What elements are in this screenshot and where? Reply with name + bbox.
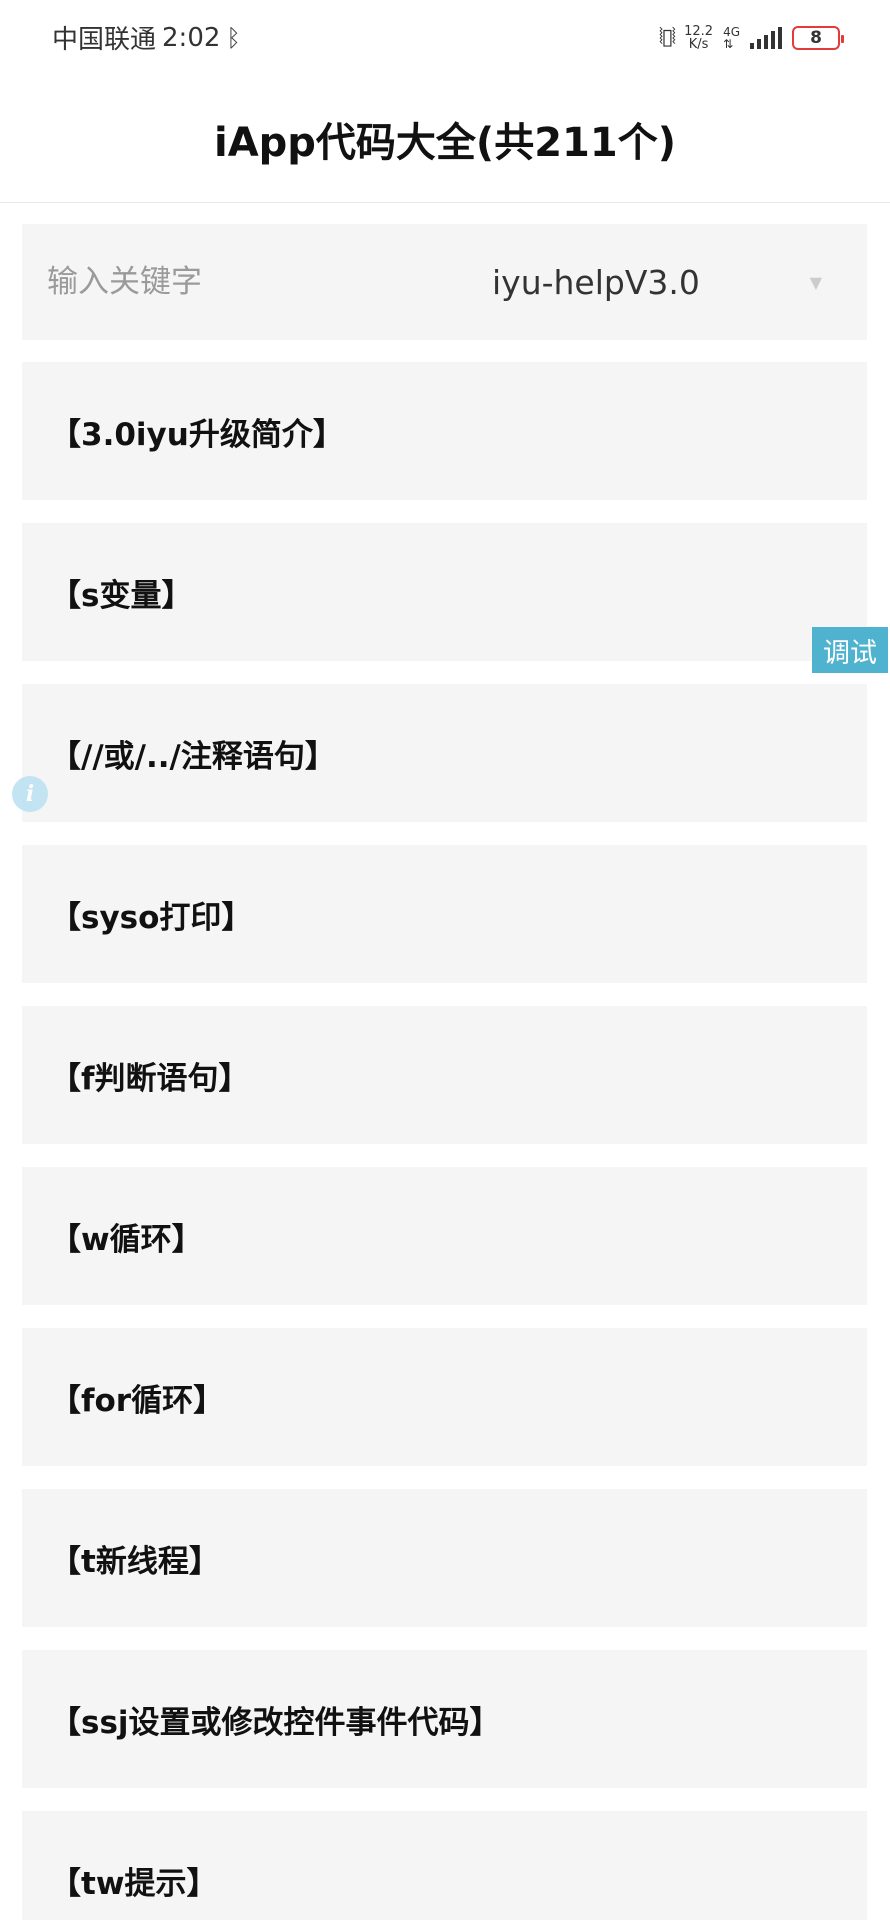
list-item[interactable]: 【f判断语句】: [22, 1006, 867, 1144]
list-item-label: 【t新线程】: [50, 1543, 220, 1580]
list-item-label: 【s变量】: [50, 577, 193, 614]
battery-level: 8: [810, 27, 822, 48]
status-bar: 中国联通 2:02 ᛒ ⦚▯⦚ 12.2 K/s 4G ⇅ 8: [0, 0, 890, 75]
list-item[interactable]: 【for循环】: [22, 1328, 867, 1466]
chevron-down-icon[interactable]: ▼: [810, 273, 822, 292]
list-item-label: 【//或/../注释语句】: [50, 738, 336, 775]
list-item-label: 【syso打印】: [50, 899, 253, 936]
info-icon[interactable]: i: [12, 776, 48, 812]
net-speed: 12.2 K/s: [684, 25, 713, 51]
list-item[interactable]: 【3.0iyu升级简介】: [22, 362, 867, 500]
search-row: iyu-helpV3.0 ▼: [22, 224, 867, 340]
list-item-label: 【3.0iyu升级简介】: [50, 416, 344, 453]
list-item-label: 【ssj设置或修改控件事件代码】: [50, 1704, 501, 1741]
bluetooth-icon: ᛒ: [226, 23, 241, 52]
vibrate-icon: ⦚▯⦚: [658, 25, 676, 50]
net-speed-unit: K/s: [688, 36, 709, 52]
list-item[interactable]: 【tw提示】: [22, 1811, 867, 1920]
list-item[interactable]: 【t新线程】: [22, 1489, 867, 1627]
app-header: iApp代码大全(共211个): [0, 75, 890, 203]
carrier-name: 中国联通: [52, 25, 157, 55]
status-time: 2:02: [162, 22, 221, 53]
list-item[interactable]: 【//或/../注释语句】: [22, 684, 867, 822]
list-item-label: 【f判断语句】: [50, 1060, 250, 1097]
list-item[interactable]: 【s变量】: [22, 523, 867, 661]
net-type: 4G ⇅: [723, 26, 740, 50]
version-label: iyu-helpV3.0: [492, 262, 700, 302]
list-item[interactable]: 【w循环】: [22, 1167, 867, 1305]
net-type-label: 4G: [723, 24, 740, 39]
battery-icon: 8: [792, 25, 844, 50]
data-arrows-icon: ⇅: [723, 36, 734, 51]
version-select[interactable]: iyu-helpV3.0 ▼: [442, 224, 867, 340]
list-item-label: 【tw提示】: [50, 1865, 218, 1902]
list-item[interactable]: 【syso打印】: [22, 845, 867, 983]
page-title: iApp代码大全(共211个): [214, 119, 676, 166]
net-speed-value: 12.2: [684, 23, 714, 39]
signal-icon: [750, 26, 782, 49]
list-item[interactable]: 【ssj设置或修改控件事件代码】: [22, 1650, 867, 1788]
search-input[interactable]: [22, 224, 442, 340]
status-left: 中国联通 2:02 ᛒ: [52, 19, 241, 56]
status-right: ⦚▯⦚ 12.2 K/s 4G ⇅ 8: [658, 25, 844, 51]
code-list: 【3.0iyu升级简介】 【s变量】 【//或/../注释语句】 【syso打印…: [22, 362, 867, 1920]
debug-button[interactable]: 调试: [812, 627, 888, 673]
list-item-label: 【w循环】: [50, 1221, 203, 1258]
list-item-label: 【for循环】: [50, 1382, 225, 1419]
